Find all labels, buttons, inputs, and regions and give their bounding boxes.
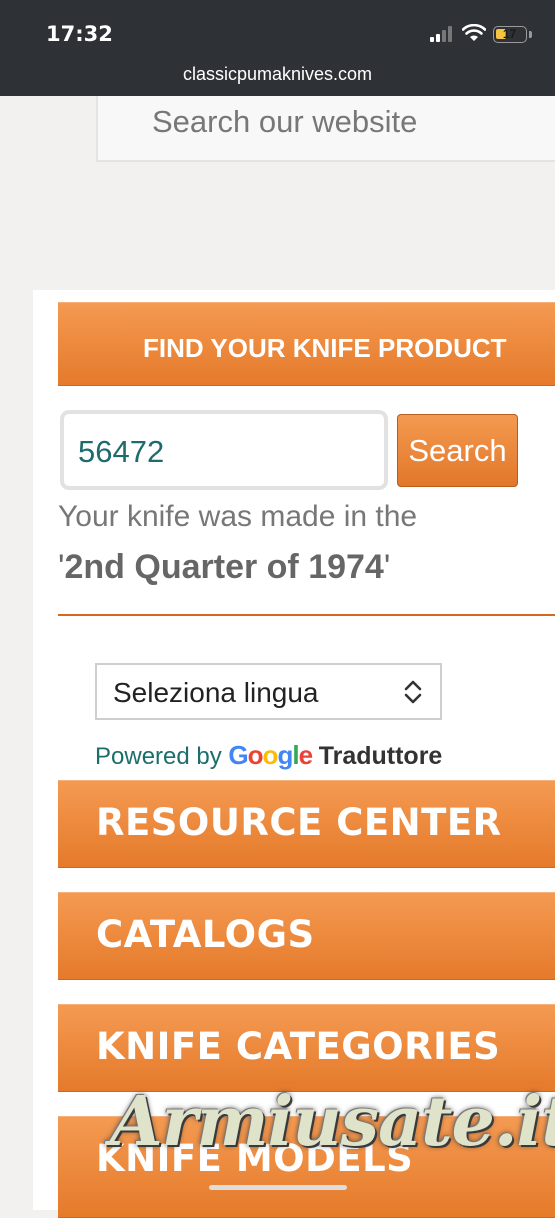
result-date: '2nd Quarter of 1974' xyxy=(58,548,391,586)
knife-code-input[interactable]: 56472 xyxy=(60,410,388,490)
site-search-placeholder: Search our website xyxy=(152,104,418,139)
home-indicator[interactable] xyxy=(209,1185,347,1190)
knife-code-value: 56472 xyxy=(78,434,165,469)
result-date-value: 2nd Quarter of 1974 xyxy=(64,548,384,586)
status-bar: 17:32 17 classicpumaknives.com xyxy=(0,0,555,96)
language-select-label: Seleziona lingua xyxy=(113,677,319,708)
search-button[interactable]: Search xyxy=(397,414,518,487)
battery-icon: 17 xyxy=(493,26,527,43)
nav-knife-categories[interactable]: KNIFE CATEGORIES xyxy=(58,1004,555,1092)
wifi-icon xyxy=(462,24,486,41)
battery-level: 17 xyxy=(502,27,517,41)
address-bar-url[interactable]: classicpumaknives.com xyxy=(0,64,555,85)
find-knife-header: FIND YOUR KNIFE PRODUCT xyxy=(58,302,555,386)
nav-resource-center[interactable]: RESOURCE CENTER xyxy=(58,780,555,868)
language-select[interactable]: Seleziona lingua xyxy=(95,663,442,720)
status-time: 17:32 xyxy=(46,22,113,46)
result-text: Your knife was made in the xyxy=(58,500,418,533)
site-search-input[interactable]: Search our website xyxy=(96,96,555,162)
translate-label: Traduttore xyxy=(318,742,443,770)
nav-catalogs[interactable]: CATALOGS xyxy=(58,892,555,980)
find-knife-title: FIND YOUR KNIFE PRODUCT xyxy=(143,333,507,363)
select-chevrons-icon xyxy=(404,680,422,704)
google-logo[interactable]: Google xyxy=(228,740,313,770)
watermark: Armiusate.it xyxy=(110,1082,555,1162)
divider xyxy=(58,614,555,616)
google-translate-attribution: Powered by Google Traduttore xyxy=(95,740,443,770)
cellular-signal-icon xyxy=(430,26,452,42)
